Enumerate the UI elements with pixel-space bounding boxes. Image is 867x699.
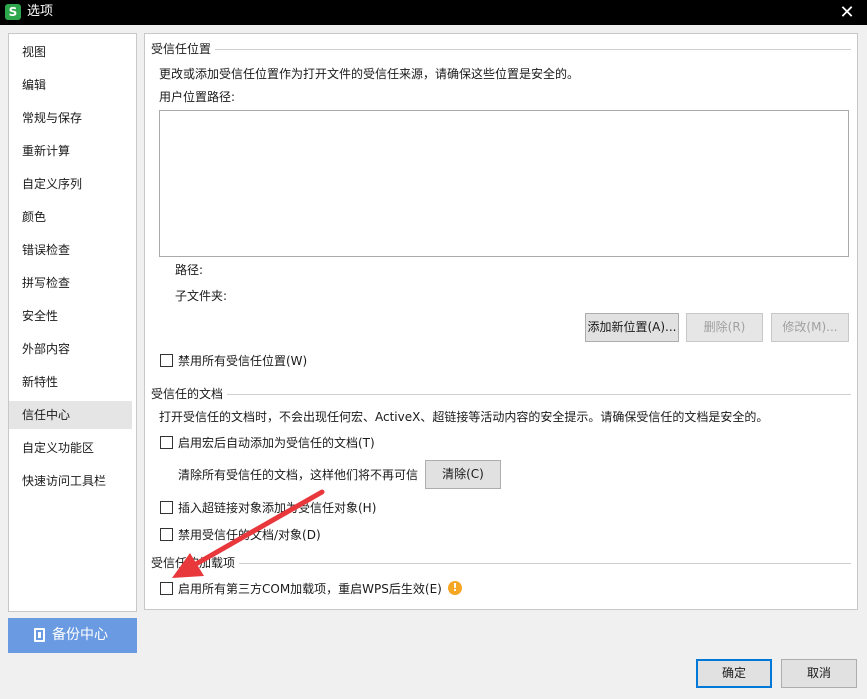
sidebar-item-new-features[interactable]: 新特性 <box>9 368 132 396</box>
hyperlink-trusted-checkbox[interactable] <box>160 501 173 514</box>
sidebar-item-view[interactable]: 视图 <box>9 38 132 66</box>
divider <box>151 49 851 50</box>
wps-sheet-app-icon: S <box>5 4 21 20</box>
modify-location-button[interactable]: 修改(M)... <box>771 313 849 342</box>
sidebar-item-quick-access-toolbar[interactable]: 快速访问工具栏 <box>9 467 132 495</box>
trusted-documents-description: 打开受信任的文档时，不会出现任何宏、ActiveX、超链接等活动内容的安全提示。… <box>159 410 769 424</box>
path-label: 路径: <box>175 263 204 277</box>
disable-trusted-locations-label: 禁用所有受信任位置(W) <box>178 354 308 368</box>
trusted-addins-heading: 受信任的加载项 <box>151 555 240 571</box>
ok-button[interactable]: 确定 <box>696 659 772 688</box>
trusted-locations-heading: 受信任位置 <box>151 41 216 57</box>
window-title: 选项 <box>27 4 54 19</box>
clear-trusted-description: 清除所有受信任的文档，这样他们将不再可信 <box>178 468 419 482</box>
enable-com-addins-label: 启用所有第三方COM加载项，重启WPS后生效(E) <box>178 582 442 596</box>
sidebar-item-custom-lists[interactable]: 自定义序列 <box>9 170 132 198</box>
sidebar-item-edit[interactable]: 编辑 <box>9 71 132 99</box>
sidebar-item-general-save[interactable]: 常规与保存 <box>9 104 132 132</box>
divider <box>151 394 851 395</box>
warning-icon[interactable]: ! <box>448 581 462 595</box>
subfolder-label: 子文件夹: <box>175 289 228 303</box>
close-icon: ✕ <box>839 2 855 23</box>
enable-com-addins-checkbox[interactable] <box>160 582 173 595</box>
trusted-documents-heading: 受信任的文档 <box>151 386 228 402</box>
delete-location-button[interactable]: 删除(R) <box>686 313 763 342</box>
disable-trusted-docs-checkbox[interactable] <box>160 528 173 541</box>
close-button[interactable]: ✕ <box>827 0 867 25</box>
cancel-button[interactable]: 取消 <box>781 659 857 688</box>
macro-trusted-checkbox[interactable] <box>160 436 173 449</box>
options-sidebar: 视图 编辑 常规与保存 重新计算 自定义序列 颜色 错误检查 拼写检查 安全性 … <box>8 33 137 612</box>
sidebar-item-security[interactable]: 安全性 <box>9 302 132 330</box>
sidebar-item-spell-check[interactable]: 拼写检查 <box>9 269 132 297</box>
trust-center-panel: 受信任位置 更改或添加受信任位置作为打开文件的受信任来源，请确保这些位置是安全的… <box>144 33 858 610</box>
macro-trusted-label: 启用宏后自动添加为受信任的文档(T) <box>178 436 375 450</box>
clear-button[interactable]: 清除(C) <box>425 460 501 489</box>
backup-center-button[interactable]: 备份中心 <box>8 618 137 653</box>
backup-center-label: 备份中心 <box>52 627 108 643</box>
disable-trusted-locations-checkbox[interactable] <box>160 354 173 367</box>
backup-icon <box>34 628 45 642</box>
sidebar-item-customize-ribbon[interactable]: 自定义功能区 <box>9 434 132 462</box>
hyperlink-trusted-label: 插入超链接对象添加为受信任对象(H) <box>178 501 377 515</box>
user-location-path-label: 用户位置路径: <box>159 90 236 104</box>
disable-trusted-docs-label: 禁用受信任的文档/对象(D) <box>178 528 321 542</box>
sidebar-item-error-checking[interactable]: 错误检查 <box>9 236 132 264</box>
add-new-location-button[interactable]: 添加新位置(A)... <box>585 313 679 342</box>
sidebar-item-color[interactable]: 颜色 <box>9 203 132 231</box>
title-bar: S 选项 ✕ <box>0 0 867 25</box>
sidebar-item-recalculate[interactable]: 重新计算 <box>9 137 132 165</box>
trusted-locations-list[interactable] <box>159 110 849 257</box>
divider <box>151 563 851 564</box>
sidebar-item-external-content[interactable]: 外部内容 <box>9 335 132 363</box>
trusted-locations-description: 更改或添加受信任位置作为打开文件的受信任来源，请确保这些位置是安全的。 <box>159 67 580 81</box>
sidebar-item-trust-center[interactable]: 信任中心 <box>9 401 132 429</box>
